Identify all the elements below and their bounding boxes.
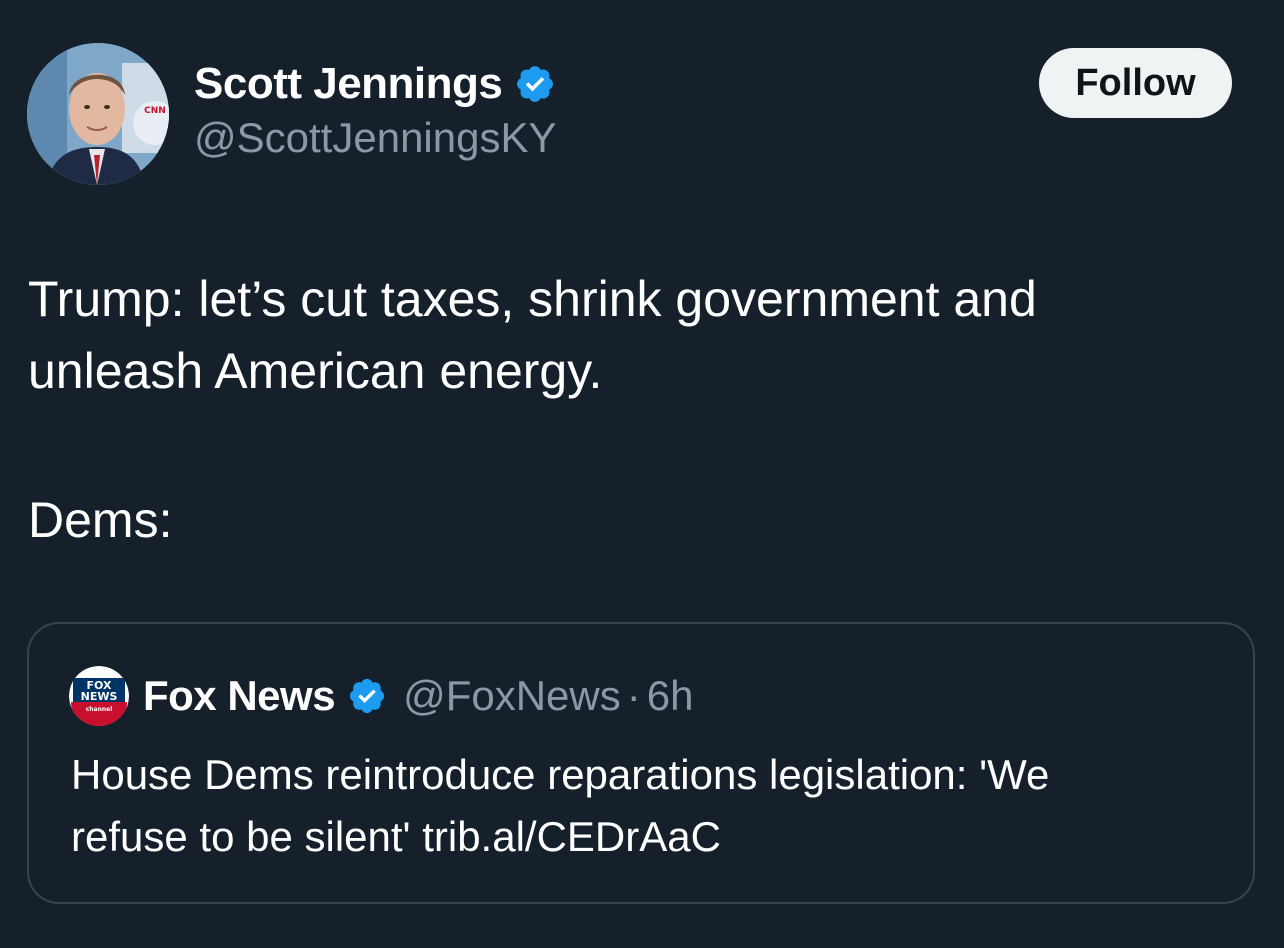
quoted-text-line: refuse to be silent' trib.al/CEDrAaC bbox=[71, 813, 721, 860]
tweet: CNN Scott Jennings @ScottJenningsKY Foll… bbox=[0, 0, 1284, 948]
quoted-handle[interactable]: @FoxNews bbox=[403, 672, 621, 720]
quoted-tweet-header: FOX NEWS channel Fox News @FoxNews · 6h bbox=[69, 666, 693, 726]
verified-badge-icon bbox=[517, 66, 554, 102]
verified-badge-icon bbox=[349, 678, 385, 714]
author-block: Scott Jennings @ScottJenningsKY bbox=[194, 58, 557, 162]
svg-text:CNN: CNN bbox=[144, 106, 166, 116]
quoted-text-line: House Dems reintroduce reparations legis… bbox=[71, 751, 1050, 798]
tweet-text-line: unleash American energy. bbox=[28, 343, 603, 399]
display-name-row: Scott Jennings bbox=[194, 58, 557, 110]
logo-text-news: NEWS bbox=[81, 690, 118, 703]
avatar[interactable]: CNN bbox=[27, 43, 169, 185]
quoted-display-name[interactable]: Fox News bbox=[143, 672, 336, 720]
logo-text-channel: channel bbox=[86, 706, 113, 713]
tweet-text-line: Trump: let’s cut taxes, shrink governmen… bbox=[28, 271, 1037, 327]
tweet-text-line: Dems: bbox=[28, 492, 173, 548]
follow-button[interactable]: Follow bbox=[1039, 48, 1232, 118]
quoted-timestamp[interactable]: 6h bbox=[647, 672, 694, 720]
handle[interactable]: @ScottJenningsKY bbox=[194, 114, 557, 162]
quoted-tweet[interactable]: FOX NEWS channel Fox News @FoxNews · 6h … bbox=[27, 622, 1255, 904]
display-name[interactable]: Scott Jennings bbox=[194, 59, 503, 109]
separator-dot: · bbox=[626, 672, 641, 719]
fox-news-logo[interactable]: FOX NEWS channel bbox=[69, 666, 129, 726]
